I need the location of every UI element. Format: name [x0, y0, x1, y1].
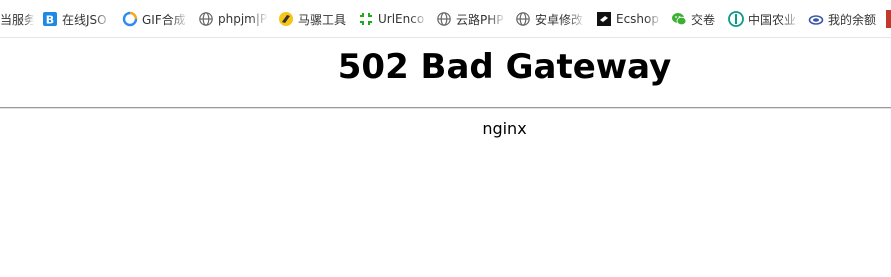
url-icon: [358, 11, 374, 27]
bookmark-item[interactable]: B 在线JSO: [42, 8, 112, 30]
bookmark-label: 我的余额: [828, 12, 877, 27]
bookmark-item[interactable]: 中国农业: [728, 8, 800, 30]
bookmark-item[interactable]: UrlEnco: [358, 8, 428, 30]
bookmark-label: Ecshop: [616, 12, 659, 26]
bookmark-label: 当服务: [0, 12, 34, 27]
svg-text:B: B: [46, 14, 54, 27]
bookmark-label: 云路PHP: [456, 12, 504, 27]
bookmark-label: GIF合成: [142, 12, 186, 27]
wechat-icon: [671, 11, 687, 27]
horizontal-rule: [0, 107, 891, 109]
server-name: nginx: [482, 119, 527, 138]
page-title: 502 Bad Gateway: [337, 47, 672, 87]
bookmark-item[interactable]: 云路PHP: [436, 8, 506, 30]
globe-icon: [436, 11, 452, 27]
overflow-bookmark-edge[interactable]: [886, 10, 891, 28]
bookmark-item[interactable]: GIF合成: [122, 8, 188, 30]
bookmark-label: UrlEnco: [378, 12, 425, 26]
bookmark-item[interactable]: 马骡工具: [278, 8, 350, 30]
bookmark-label: phpjm|P: [218, 12, 268, 26]
bookmark-label: 交卷: [691, 12, 716, 27]
json-b-icon: B: [42, 11, 58, 27]
cloud-icon: [808, 11, 824, 27]
globe-icon: [515, 11, 531, 27]
bookmark-item[interactable]: 当服务: [0, 8, 34, 30]
abc-bank-icon: [728, 11, 744, 27]
bookmark-item[interactable]: 安卓修改: [515, 8, 585, 30]
bookmark-item[interactable]: phpjm|P: [198, 8, 268, 30]
mule-icon: [278, 11, 294, 27]
bookmark-item[interactable]: 交卷: [671, 8, 723, 30]
bookmark-item[interactable]: Ecshop: [596, 8, 662, 30]
bookmark-label: 中国农业: [748, 12, 797, 27]
globe-icon: [198, 11, 214, 27]
bookmark-label: 在线JSO: [62, 12, 107, 27]
bookmark-label: 安卓修改: [535, 12, 584, 27]
bookmarks-bar: 当服务 B 在线JSO GIF合成 phpjm|P 马骡工具 UrlEnco 云…: [0, 0, 891, 38]
ecshop-icon: [596, 11, 612, 27]
bookmark-item[interactable]: 我的余额: [808, 8, 884, 30]
gif-icon: [122, 11, 138, 27]
bookmark-label: 马骡工具: [298, 12, 347, 27]
